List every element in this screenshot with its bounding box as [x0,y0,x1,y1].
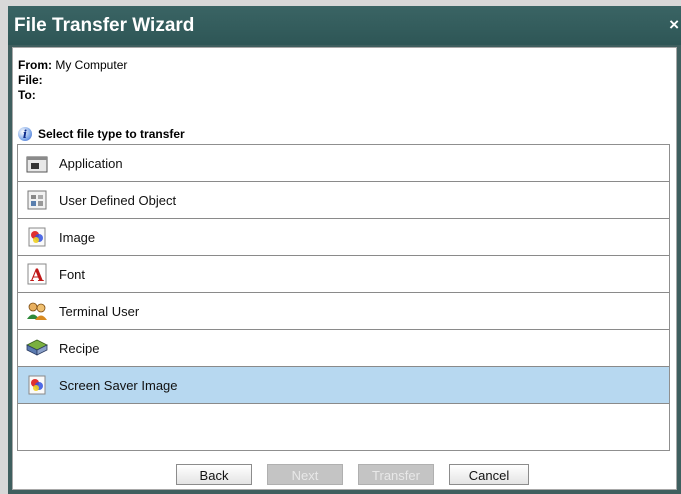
title-bar[interactable]: File Transfer Wizard × [8,6,681,45]
wizard-body: From: My Computer File: To: i Select fil… [12,47,677,490]
file-label: File: [18,73,43,87]
image-icon [26,226,48,248]
list-item-user-defined-object[interactable]: User Defined Object [18,182,669,219]
list-item-terminal-user[interactable]: Terminal User [18,293,669,330]
from-line: From: My Computer [18,58,127,72]
screen-saver-image-icon [26,374,48,396]
file-line: File: [18,73,43,87]
select-file-type-header: i Select file type to transfer [18,127,185,141]
user-defined-object-icon [26,189,48,211]
wizard-button-bar: Back Next Transfer Cancel [13,461,678,485]
font-icon: A [26,263,48,286]
list-item-label: Application [59,155,123,171]
window-title: File Transfer Wizard [14,15,195,36]
list-item-label: Image [59,229,96,245]
transfer-button[interactable]: Transfer [358,464,434,485]
list-item-label: Recipe [59,340,100,356]
next-button[interactable]: Next [267,464,343,485]
terminal-user-icon [26,300,48,322]
list-item-screen-saver-image[interactable]: Screen Saver Image [18,367,669,404]
list-item-recipe[interactable]: Recipe [18,330,669,367]
to-label: To: [18,88,36,102]
back-button[interactable]: Back [176,464,252,485]
svg-text:A: A [29,266,44,285]
to-line: To: [18,88,36,102]
application-icon [26,152,48,174]
recipe-icon [26,337,48,359]
file-transfer-wizard-window: File Transfer Wizard × From: My Computer… [8,6,681,494]
list-item-label: Terminal User [59,303,140,319]
from-label: From: [18,58,52,72]
info-icon: i [18,127,32,141]
close-icon[interactable]: × [669,15,679,35]
list-item-label: Screen Saver Image [59,377,178,393]
list-item-font[interactable]: A Font [18,256,669,293]
cancel-button[interactable]: Cancel [449,464,529,485]
from-value: My Computer [55,58,128,72]
list-item-label: User Defined Object [59,192,177,208]
select-file-type-label: Select file type to transfer [38,127,185,141]
list-item-image[interactable]: Image [18,219,669,256]
list-item-application[interactable]: Application [18,145,669,182]
list-item-label: Font [59,266,86,282]
file-type-list: Application User Defined Object Image A … [17,144,670,451]
